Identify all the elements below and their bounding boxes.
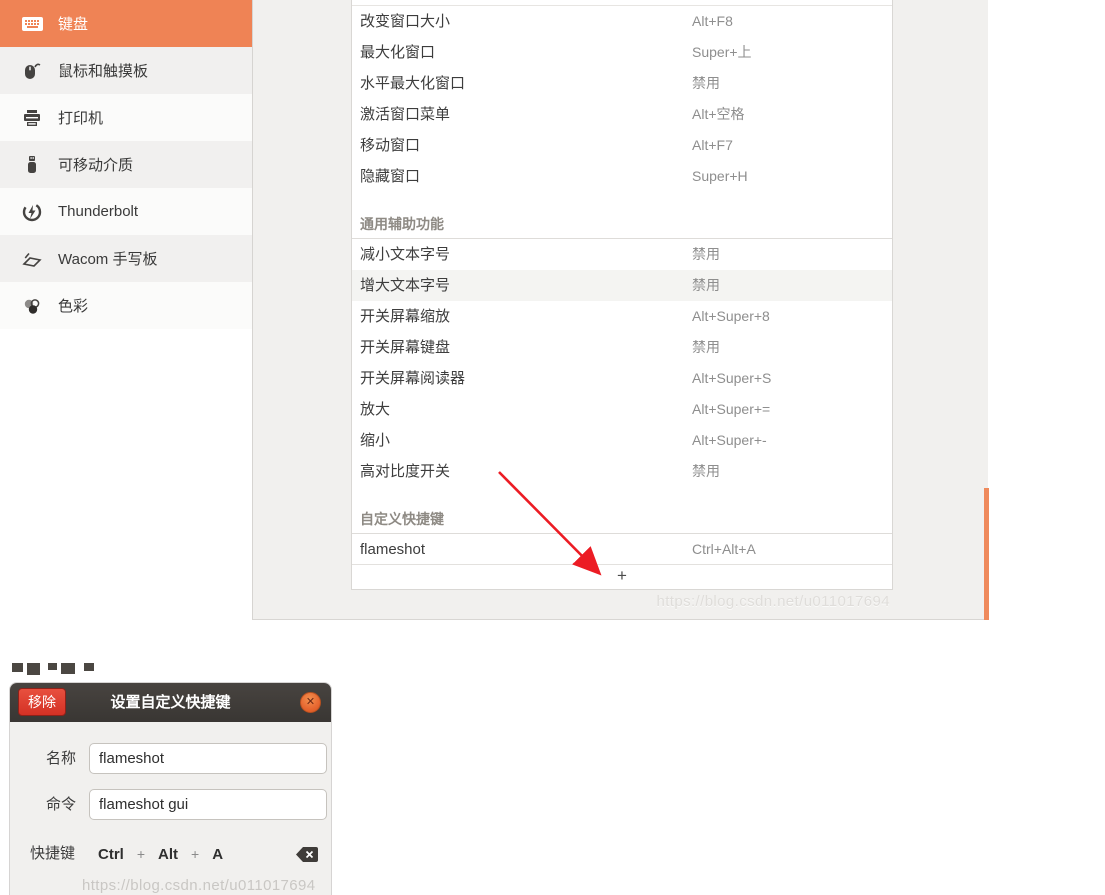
- command-input[interactable]: [89, 789, 327, 820]
- shortcut-row[interactable]: 开关屏幕键盘 禁用: [352, 332, 892, 363]
- sidebar-item-label: 键盘: [58, 16, 89, 33]
- shortcut-row[interactable]: 移动窗口 Alt+F7: [352, 130, 892, 161]
- shortcut-row-binding: Alt+Super+=: [692, 401, 771, 417]
- key-separator: +: [191, 846, 200, 862]
- shortcut-list: 改变窗口大小 Alt+F8 最大化窗口 Super+上 水平最大化窗口 禁用 激活窗口菜单 A…: [352, 6, 892, 565]
- keyboard-settings-content: 改变窗口大小 Alt+F8 最大化窗口 Super+上 水平最大化窗口 禁用 激活窗口菜单 A…: [252, 0, 989, 620]
- shortcut-keys[interactable]: Ctrl + Alt + A: [98, 841, 223, 867]
- shortcut-row[interactable]: 水平最大化窗口 禁用: [352, 68, 892, 99]
- vertical-scrollbar-thumb[interactable]: [984, 488, 989, 620]
- shortcut-row[interactable]: 隐藏窗口 Super+H: [352, 161, 892, 192]
- key-name: A: [212, 845, 224, 863]
- watermark-text: https://blog.csdn.net/u011017694: [656, 593, 890, 610]
- name-input[interactable]: [89, 743, 327, 774]
- shortcut-row-binding: 禁用: [692, 463, 720, 479]
- backspace-icon[interactable]: [296, 847, 318, 867]
- shortcut-row-label: 增大文本字号: [360, 277, 451, 294]
- shortcut-row[interactable]: 高对比度开关 禁用: [352, 456, 892, 487]
- shortcut-row-binding: Alt+空格: [692, 106, 745, 122]
- sidebar-item-keyboard[interactable]: 键盘: [0, 0, 252, 47]
- shortcut-row[interactable]: 开关屏幕阅读器 Alt+Super+S: [352, 363, 892, 394]
- sidebar-item-label: 打印机: [58, 110, 104, 127]
- custom-shortcut-dialog: 移除 设置自定义快捷键 ✕ 名称 命令 快捷键 Ctrl + Alt + A https…: [10, 683, 331, 895]
- shortcut-field-label: 快捷键: [30, 845, 76, 862]
- shortcut-row-label: 放大: [360, 401, 391, 418]
- shortcut-row-binding: 禁用: [692, 246, 720, 262]
- shortcut-row-binding: 禁用: [692, 277, 720, 293]
- name-field-row: 名称: [10, 743, 331, 775]
- shortcut-row-label: 最大化窗口: [360, 44, 436, 61]
- key-separator: +: [136, 846, 146, 862]
- printer-icon: [21, 108, 43, 128]
- close-icon[interactable]: ✕: [300, 692, 321, 713]
- shortcut-row-label: 缩小: [360, 432, 391, 449]
- shortcut-row-binding: 禁用: [692, 339, 720, 355]
- sidebar-item-label: 色彩: [58, 298, 89, 315]
- sidebar-item-thunderbolt[interactable]: Thunderbolt: [0, 188, 252, 235]
- shortcut-row-label: flameshot: [360, 541, 426, 558]
- sidebar-item-label: Thunderbolt: [58, 203, 139, 220]
- shortcut-row[interactable]: flameshot Ctrl+Alt+A: [352, 534, 892, 565]
- shortcut-row-label: 隐藏窗口: [360, 168, 421, 185]
- clipped-background-text-fragment: [12, 663, 122, 676]
- shortcut-field-row: 快捷键 Ctrl + Alt + A: [10, 841, 331, 867]
- sidebar-item-color[interactable]: 色彩: [0, 282, 252, 329]
- sidebar-item-removable-media[interactable]: 可移动介质: [0, 141, 252, 188]
- mouse-icon: [21, 61, 43, 81]
- screenshot-stage: 键盘 鼠标和触摸板 打印机 可移动介质 Thunderbolt Wacom 手写…: [0, 0, 1105, 895]
- sidebar-item-printers[interactable]: 打印机: [0, 94, 252, 141]
- shortcut-row-binding: Alt+F8: [692, 13, 733, 29]
- sidebar-item-wacom-tablet[interactable]: Wacom 手写板: [0, 235, 252, 282]
- dialog-titlebar: 移除 设置自定义快捷键 ✕: [10, 683, 331, 722]
- settings-window: 键盘 鼠标和触摸板 打印机 可移动介质 Thunderbolt Wacom 手写…: [0, 0, 989, 621]
- shortcut-row[interactable]: 最大化窗口 Super+上: [352, 37, 892, 68]
- shortcut-row-label: 改变窗口大小: [360, 13, 451, 30]
- shortcut-row-binding: Alt+F7: [692, 137, 733, 153]
- shortcut-row[interactable]: 改变窗口大小 Alt+F8: [352, 6, 892, 37]
- sidebar-item-label: 可移动介质: [58, 157, 134, 174]
- shortcut-row-binding: Alt+Super+8: [692, 308, 770, 324]
- shortcut-row[interactable]: 减小文本字号 禁用: [352, 239, 892, 270]
- remove-button[interactable]: 移除: [18, 688, 66, 716]
- shortcut-row-label: 高对比度开关: [360, 463, 451, 480]
- shortcut-row[interactable]: 增大文本字号 禁用: [352, 270, 892, 301]
- shortcut-row-label: 激活窗口菜单: [360, 106, 451, 123]
- shortcut-row-binding: 禁用: [692, 75, 720, 91]
- settings-sidebar: 键盘 鼠标和触摸板 打印机 可移动介质 Thunderbolt Wacom 手写…: [0, 0, 252, 329]
- watermark-text: https://blog.csdn.net/u011017694: [82, 877, 316, 894]
- shortcut-row-label: 减小文本字号: [360, 246, 451, 263]
- sidebar-item-mouse-touchpad[interactable]: 鼠标和触摸板: [0, 47, 252, 94]
- shortcut-row-label: 移动窗口: [360, 137, 421, 154]
- shortcut-row-binding: Ctrl+Alt+A: [692, 541, 756, 557]
- shortcut-row-binding: Super+上: [692, 44, 752, 60]
- key-name: Alt: [158, 845, 179, 863]
- key-name: Ctrl: [98, 845, 124, 863]
- shortcut-row-binding: Super+H: [692, 168, 748, 184]
- shortcut-row-label: 开关屏幕阅读器: [360, 370, 466, 387]
- add-shortcut-button[interactable]: +: [352, 565, 892, 588]
- shortcut-row-label: 水平最大化窗口: [360, 75, 466, 92]
- sidebar-item-label: 鼠标和触摸板: [58, 63, 149, 80]
- section-header: 通用辅助功能: [352, 209, 892, 239]
- thunderbolt-icon: [21, 202, 43, 222]
- shortcut-row-label: 开关屏幕缩放: [360, 308, 451, 325]
- shortcut-row[interactable]: 放大 Alt+Super+=: [352, 394, 892, 425]
- shortcut-row[interactable]: 激活窗口菜单 Alt+空格: [352, 99, 892, 130]
- shortcut-row-binding: Alt+Super+-: [692, 432, 767, 448]
- command-field-row: 命令: [10, 789, 331, 821]
- color-icon: [21, 296, 43, 316]
- wacom-tablet-icon: [21, 249, 43, 269]
- name-field-label: 名称: [46, 750, 77, 767]
- shortcut-panel: 改变窗口大小 Alt+F8 最大化窗口 Super+上 水平最大化窗口 禁用 激活窗口菜单 A…: [351, 0, 893, 590]
- shortcut-row[interactable]: 缩小 Alt+Super+-: [352, 425, 892, 456]
- shortcut-row-binding: Alt+Super+S: [692, 370, 772, 386]
- section-header: 自定义快捷键: [352, 504, 892, 534]
- keyboard-icon: [21, 14, 43, 34]
- usb-drive-icon: [21, 155, 43, 175]
- shortcut-row-label: 开关屏幕键盘: [360, 339, 451, 356]
- shortcut-row[interactable]: 开关屏幕缩放 Alt+Super+8: [352, 301, 892, 332]
- command-field-label: 命令: [46, 796, 77, 813]
- sidebar-item-label: Wacom 手写板: [58, 251, 158, 268]
